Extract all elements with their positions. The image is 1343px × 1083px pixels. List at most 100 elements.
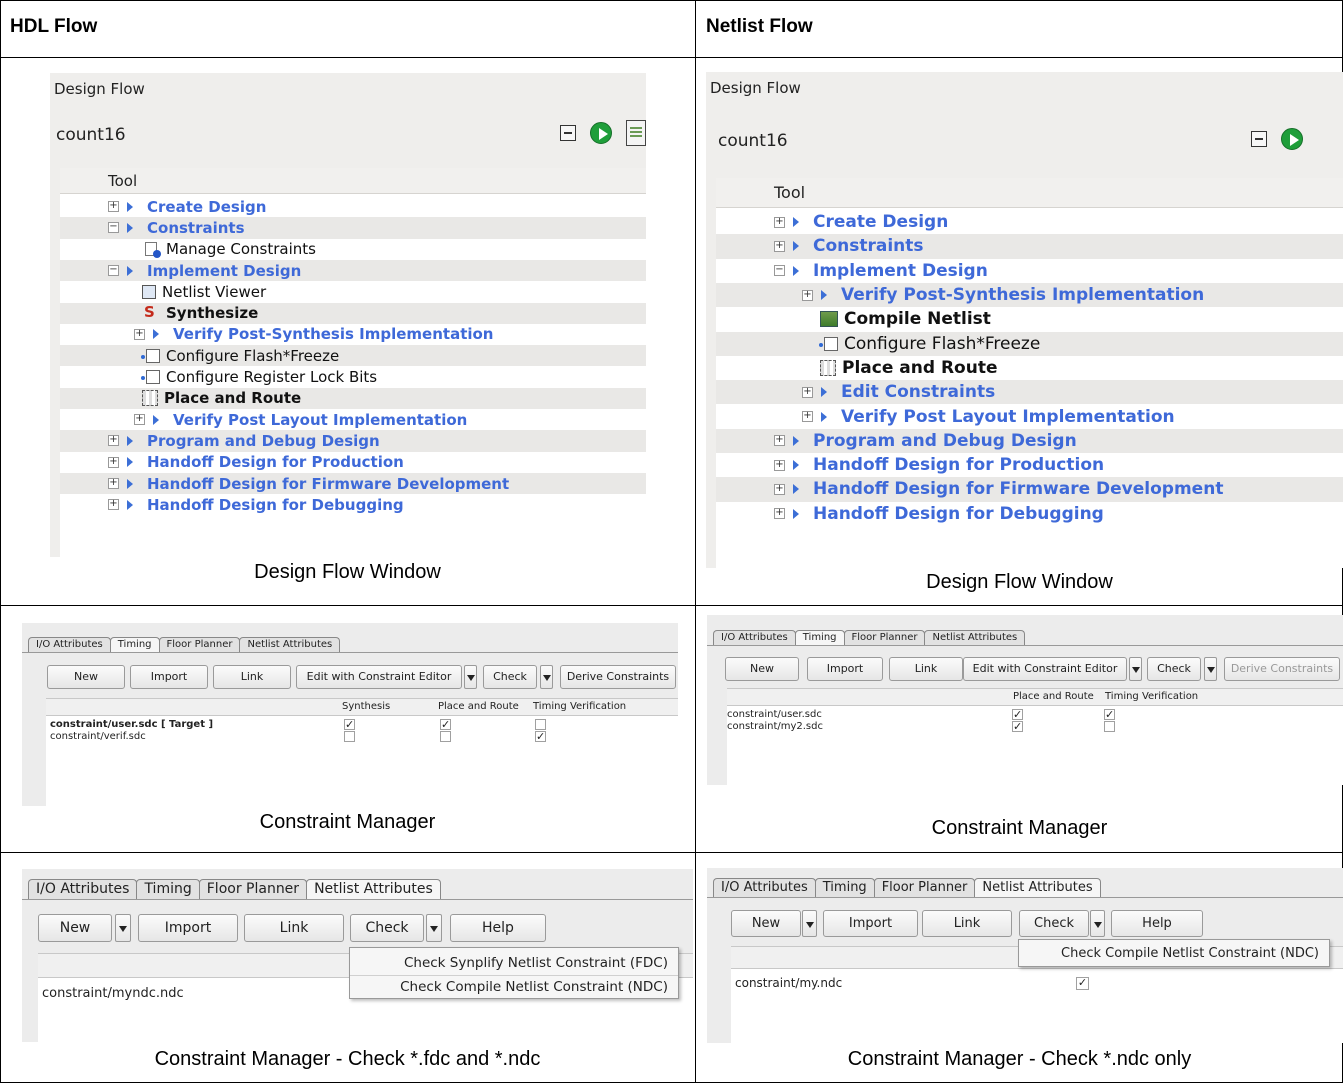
run-icon[interactable] (590, 122, 612, 144)
tab-timing[interactable]: Timing (109, 637, 160, 652)
check-button[interactable]: Check (350, 914, 424, 942)
tab-floor-planner[interactable]: Floor Planner (158, 637, 241, 652)
tab-io-attributes[interactable]: I/O Attributes (713, 878, 816, 897)
tree-item-handoff-design-for-production[interactable]: + Handoff Design for Production (716, 453, 1343, 477)
collapse-icon[interactable] (1251, 131, 1267, 147)
checkbox-pnr-row2[interactable] (440, 731, 451, 742)
check-dropdown-arrow-icon[interactable] (1090, 910, 1105, 937)
expand-icon[interactable]: + (134, 328, 145, 340)
tree-item-constraints[interactable]: − Constraints (60, 217, 646, 239)
tree-item-configure-flash-freeze[interactable]: Configure Flash*Freeze (60, 345, 646, 367)
help-button[interactable]: Help (450, 914, 546, 942)
checkbox-timing-row1[interactable]: ✓ (1104, 709, 1115, 720)
file-user-sdc[interactable]: constraint/user.sdc [ Target ] (50, 719, 213, 730)
collapse-icon[interactable]: − (108, 265, 119, 277)
import-button[interactable]: Import (823, 910, 918, 937)
new-button[interactable]: New (731, 910, 801, 937)
tab-timing[interactable]: Timing (794, 630, 845, 645)
tree-item-handoff-design-for-debugging[interactable]: + Handoff Design for Debugging (716, 502, 1343, 526)
tree-item-edit-constraints[interactable]: + Edit Constraints (716, 380, 1343, 405)
edit-with-constraint-editor-button[interactable]: Edit with Constraint Editor (296, 665, 462, 689)
new-dropdown-arrow-icon[interactable] (115, 914, 131, 942)
expand-icon[interactable]: + (802, 386, 813, 398)
tree-item-create-design[interactable]: + Create Design (716, 210, 1343, 234)
checkbox-synthesis-row2[interactable] (344, 731, 355, 742)
checkbox-pnr-row1[interactable]: ✓ (1012, 709, 1023, 720)
expand-icon[interactable]: + (108, 435, 119, 447)
expand-icon[interactable]: + (108, 456, 119, 468)
link-button[interactable]: Link (244, 914, 344, 942)
file-user-sdc[interactable]: constraint/user.sdc (727, 709, 822, 720)
tree-item-handoff-design-for-debugging[interactable]: + Handoff Design for Debugging (60, 494, 646, 515)
expand-icon[interactable]: + (134, 414, 145, 426)
expand-icon[interactable]: + (774, 240, 785, 252)
tree-item-configure-flash-freeze[interactable]: Configure Flash*Freeze (716, 331, 1343, 356)
check-button[interactable]: Check (483, 665, 537, 689)
import-button[interactable]: Import (130, 665, 208, 689)
tree-item-constraints[interactable]: + Constraints (716, 234, 1343, 259)
new-button[interactable]: New (47, 665, 125, 689)
tab-timing[interactable]: Timing (814, 878, 875, 897)
tab-floor-planner[interactable]: Floor Planner (198, 879, 308, 899)
file-my-ndc[interactable]: constraint/my.ndc (735, 976, 842, 990)
link-button[interactable]: Link (889, 657, 963, 681)
tab-netlist-attributes[interactable]: Netlist Attributes (974, 878, 1101, 897)
file-verif-sdc[interactable]: constraint/verif.sdc (50, 731, 146, 742)
checkbox-ndc[interactable]: ✓ (1076, 977, 1089, 990)
expand-icon[interactable]: + (802, 411, 813, 423)
new-button[interactable]: New (38, 914, 112, 942)
checkbox-pnr-row2[interactable]: ✓ (1012, 721, 1023, 732)
tree-item-handoff-design-for-firmware-development[interactable]: + Handoff Design for Firmware Development (716, 477, 1343, 502)
tree-item-create-design[interactable]: + Create Design (60, 196, 646, 217)
file-my2-sdc[interactable]: constraint/my2.sdc (727, 721, 823, 732)
tree-item-implement-design[interactable]: − Implement Design (716, 259, 1343, 283)
menu-item-check-ndc[interactable]: Check Compile Netlist Constraint (NDC) (1019, 943, 1329, 965)
tree-item-verify-post-synthesis-implementation[interactable]: + Verify Post-Synthesis Implementation (716, 282, 1343, 308)
edit-dropdown-arrow-icon[interactable] (1129, 657, 1142, 681)
check-button[interactable]: Check (1019, 910, 1089, 937)
collapse-icon[interactable] (560, 125, 576, 141)
derive-constraints-button[interactable]: Derive Constraints (1224, 657, 1340, 681)
tree-item-configure-register-lock-bits[interactable]: Configure Register Lock Bits (60, 366, 646, 387)
expand-icon[interactable]: + (802, 289, 813, 301)
expand-icon[interactable]: + (774, 459, 785, 471)
tree-item-verify-post-synthesis-implementation[interactable]: + Verify Post-Synthesis Implementation (60, 324, 646, 345)
edit-dropdown-arrow-icon[interactable] (464, 665, 477, 689)
tree-item-manage-constraints[interactable]: Manage Constraints (60, 239, 646, 260)
expand-icon[interactable]: + (108, 478, 119, 490)
tab-netlist-attributes[interactable]: Netlist Attributes (924, 630, 1026, 645)
check-dropdown-arrow-icon[interactable] (1204, 657, 1217, 681)
expand-icon[interactable]: + (108, 201, 119, 213)
check-dropdown-arrow-icon[interactable] (426, 914, 442, 942)
tab-io-attributes[interactable]: I/O Attributes (28, 637, 111, 652)
menu-item-check-fdc[interactable]: Check Synplify Netlist Constraint (FDC) (350, 952, 678, 974)
checkbox-timing-row2[interactable] (1104, 721, 1115, 732)
tab-timing[interactable]: Timing (136, 879, 200, 899)
derive-constraints-button[interactable]: Derive Constraints (560, 665, 676, 689)
tree-item-synthesize[interactable]: Synthesize (60, 302, 646, 324)
collapse-icon[interactable]: − (774, 265, 785, 277)
edit-with-constraint-editor-button[interactable]: Edit with Constraint Editor (963, 657, 1127, 681)
file-myndc-ndc[interactable]: constraint/myndc.ndc (42, 986, 184, 1001)
expand-icon[interactable]: + (774, 216, 785, 228)
tree-item-place-and-route[interactable]: Place and Route (60, 387, 646, 409)
help-button[interactable]: Help (1111, 910, 1203, 937)
checkbox-pnr-row1[interactable]: ✓ (440, 719, 451, 730)
checkbox-timing-row2[interactable]: ✓ (535, 731, 546, 742)
new-button[interactable]: New (725, 657, 799, 681)
checkbox-timing-row1[interactable] (535, 719, 546, 730)
expand-icon[interactable]: + (774, 483, 785, 495)
tree-item-verify-post-layout-implementation[interactable]: + Verify Post Layout Implementation (60, 409, 646, 430)
tree-item-compile-netlist[interactable]: Compile Netlist (716, 307, 1343, 331)
expand-icon[interactable]: + (774, 508, 785, 520)
import-button[interactable]: Import (138, 914, 238, 942)
check-button[interactable]: Check (1147, 657, 1201, 681)
import-button[interactable]: Import (807, 657, 883, 681)
link-button[interactable]: Link (922, 910, 1012, 937)
report-icon[interactable] (626, 120, 646, 146)
check-dropdown-arrow-icon[interactable] (540, 665, 553, 689)
expand-icon[interactable]: + (774, 435, 785, 447)
tree-item-verify-post-layout-implementation[interactable]: + Verify Post Layout Implementation (716, 404, 1343, 428)
tab-netlist-attributes[interactable]: Netlist Attributes (239, 637, 341, 652)
new-dropdown-arrow-icon[interactable] (802, 910, 817, 937)
